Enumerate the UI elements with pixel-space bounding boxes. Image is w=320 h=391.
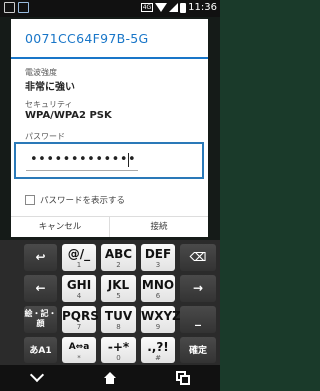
space-key[interactable]: _ xyxy=(180,306,216,333)
connect-button[interactable]: 接続 xyxy=(110,217,208,237)
password-label: パスワード xyxy=(25,132,65,141)
home-icon[interactable] xyxy=(100,370,120,386)
show-password-checkbox[interactable]: パスワードを表示する xyxy=(25,194,125,206)
notification-icons xyxy=(4,2,29,13)
dialog-title: 0071CC64F97B-5G xyxy=(25,31,149,46)
emoji-symbol-key[interactable]: 絵・記・顔 xyxy=(24,306,57,333)
key-at-slash[interactable]: @/_ 1 xyxy=(62,244,96,271)
input-mode-key[interactable]: あA1 xyxy=(24,337,57,363)
battery-icon xyxy=(180,2,187,13)
checkbox-icon[interactable] xyxy=(25,195,35,205)
backspace-key[interactable]: ⌫ xyxy=(180,244,216,271)
password-input[interactable]: ••••••••••••• xyxy=(14,142,204,179)
signal-strength-label: 電波強度 xyxy=(25,68,57,77)
key-punctuation[interactable]: .,?! # xyxy=(141,337,175,363)
signal-icon xyxy=(169,3,179,12)
recent-apps-icon[interactable] xyxy=(173,370,193,386)
key-jkl[interactable]: JKL 5 xyxy=(101,275,136,302)
back-icon[interactable] xyxy=(27,367,47,386)
network-badge: 4G xyxy=(140,3,154,12)
password-value: ••••••••••••• xyxy=(30,152,137,167)
title-divider xyxy=(11,57,208,59)
key-mno[interactable]: MNO 6 xyxy=(141,275,175,302)
notification-icon xyxy=(18,2,29,13)
cursor-left-key[interactable]: ← xyxy=(24,275,57,302)
key-def[interactable]: DEF 3 xyxy=(141,244,175,271)
wifi-icon xyxy=(155,3,168,12)
security-label: セキュリティ xyxy=(25,100,73,109)
key-pqrs[interactable]: PQRS 7 xyxy=(62,306,99,333)
key-tuv[interactable]: TUV 8 xyxy=(101,306,136,333)
show-password-label: パスワードを表示する xyxy=(40,196,126,206)
clock: 11:36 xyxy=(188,2,217,13)
cursor-right-key[interactable]: → xyxy=(180,275,216,302)
soft-keyboard: ↩ @/_ 1 ABC 2 DEF 3 ⌫ ← GHI 4 JKL 5 MNO … xyxy=(0,240,220,365)
signal-strength-value: 非常に強い xyxy=(25,82,75,93)
system-status: 4G 11:36 xyxy=(140,2,217,13)
key-symbols[interactable]: -+* 0 xyxy=(101,337,136,363)
security-value: WPA/WPA2 PSK xyxy=(25,110,112,121)
key-ghi[interactable]: GHI 4 xyxy=(62,275,96,302)
cancel-button[interactable]: キャンセル xyxy=(11,217,110,237)
status-bar: 4G 11:36 xyxy=(0,0,220,17)
text-cursor xyxy=(128,153,129,167)
dialog-button-bar: キャンセル 接続 xyxy=(11,216,208,237)
navigation-bar xyxy=(0,365,220,391)
case-toggle-key[interactable]: A⇔a * xyxy=(62,337,96,363)
key-wxyz[interactable]: WXYZ 9 xyxy=(141,306,181,333)
confirm-key[interactable]: 確定 xyxy=(180,337,216,363)
input-underline xyxy=(26,170,138,171)
key-abc[interactable]: ABC 2 xyxy=(101,244,136,271)
enter-key[interactable]: ↩ xyxy=(24,244,57,271)
wifi-connect-dialog: 0071CC64F97B-5G 電波強度 非常に強い セキュリティ WPA/WP… xyxy=(11,19,208,237)
notification-icon xyxy=(4,2,15,13)
